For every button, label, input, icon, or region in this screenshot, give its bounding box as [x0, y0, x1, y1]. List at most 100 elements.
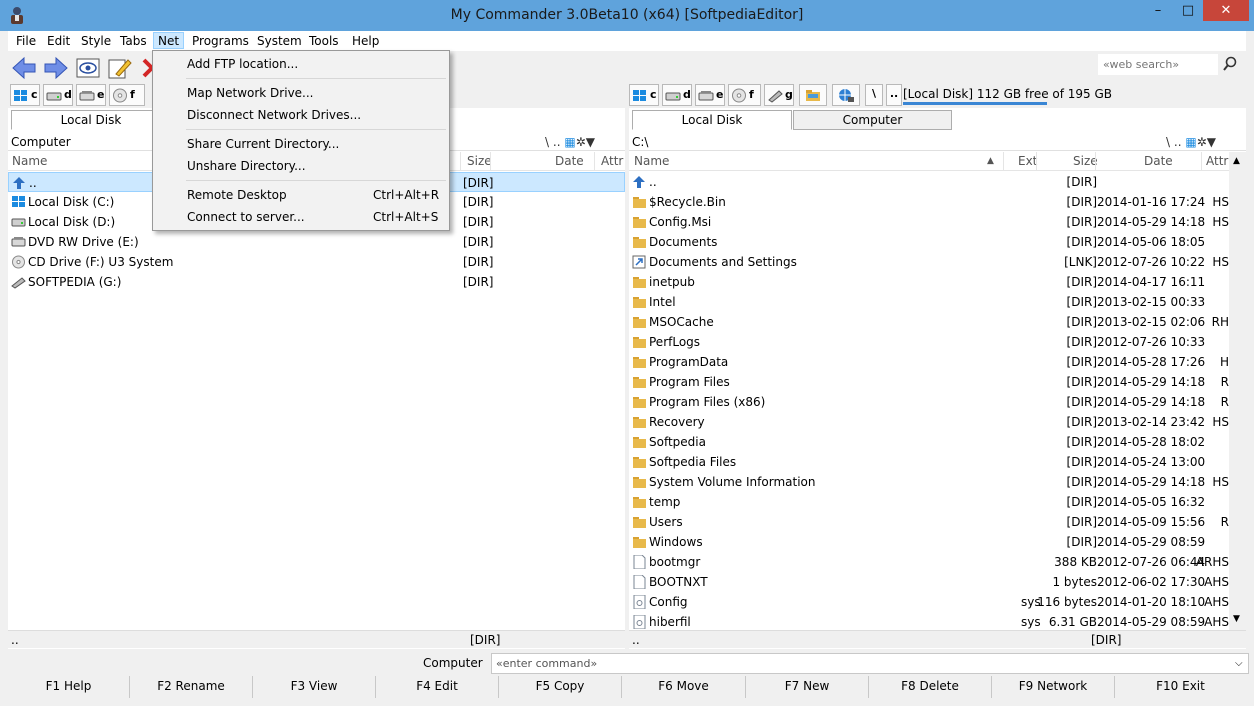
table-row[interactable]: Softpedia [DIR] 2014-05-28 18:02 — [629, 432, 1229, 452]
view-eye-icon[interactable] — [74, 54, 102, 82]
table-row[interactable]: MSOCache [DIR] 2013-02-15 02:06 RH — [629, 312, 1229, 332]
root-icon[interactable]: \ — [545, 135, 549, 149]
col-separator[interactable] — [1095, 152, 1096, 171]
col-separator[interactable] — [1201, 152, 1202, 171]
f9-network-button[interactable]: F9 Network — [992, 676, 1115, 698]
col-separator[interactable] — [490, 152, 491, 171]
menu-style[interactable]: Style — [77, 33, 115, 50]
f10-exit-button[interactable]: F10 Exit — [1115, 676, 1246, 698]
left-tab-local-disk[interactable]: Local Disk — [11, 110, 171, 130]
col-date[interactable]: Date — [1144, 154, 1173, 168]
folder-button[interactable] — [799, 84, 827, 106]
menu-item-add-ftp[interactable]: Add FTP location... — [154, 54, 448, 74]
menu-edit[interactable]: Edit — [43, 33, 74, 50]
table-row[interactable]: $Recycle.Bin [DIR] 2014-01-16 17:24 HS — [629, 192, 1229, 212]
search-icon[interactable] — [1222, 56, 1238, 72]
col-attr[interactable]: Attr — [1206, 154, 1228, 168]
f5-copy-button[interactable]: F5 Copy — [499, 676, 622, 698]
command-input[interactable]: «enter command» — [491, 653, 1249, 674]
table-row[interactable]: bootmgr 388 KB 2012-07-26 06:44 ARHS — [629, 552, 1229, 572]
table-row[interactable]: Program Files (x86) [DIR] 2014-05-29 14:18… — [629, 392, 1229, 412]
windows-icon[interactable]: ▦ — [564, 135, 575, 149]
table-row[interactable]: Softpedia Files [DIR] 2014-05-24 13:00 — [629, 452, 1229, 472]
col-ext[interactable]: Ext — [1018, 154, 1037, 168]
col-separator[interactable] — [594, 152, 595, 171]
back-arrow-icon[interactable] — [10, 54, 38, 82]
table-row[interactable]: System Volume Information [DIR] 2014-05-29… — [629, 472, 1229, 492]
f3-view-button[interactable]: F3 View — [253, 676, 376, 698]
table-row[interactable]: Config sys 116 bytes 2014-01-20 18:10 AHS — [629, 592, 1229, 612]
table-row[interactable]: Windows [DIR] 2014-05-29 08:59 — [629, 532, 1229, 552]
table-row[interactable]: hiberfil sys 6.31 GB 2014-05-29 08:59 AHS — [629, 612, 1229, 630]
table-row[interactable]: inetpub [DIR] 2014-04-17 16:11 — [629, 272, 1229, 292]
up-icon[interactable]: .. — [1174, 135, 1182, 149]
root-icon[interactable]: \ — [1166, 135, 1170, 149]
scroll-up-arrow-icon[interactable]: ▲ — [1233, 156, 1240, 166]
menu-tools[interactable]: Tools — [305, 33, 343, 50]
table-row[interactable]: .. [DIR] — [629, 172, 1229, 192]
f7-new-button[interactable]: F7 New — [746, 676, 869, 698]
table-row[interactable]: temp [DIR] 2014-05-05 16:32 — [629, 492, 1229, 512]
left-drive-d-button[interactable]: d — [43, 84, 73, 106]
menu-item-connect-to-server[interactable]: Connect to server... Ctrl+Alt+S — [154, 207, 448, 227]
col-name[interactable]: Name — [634, 154, 669, 168]
menu-system[interactable]: System — [253, 33, 306, 50]
menu-programs[interactable]: Programs — [188, 33, 253, 50]
menu-help[interactable]: Help — [348, 33, 383, 50]
web-search-input[interactable] — [1098, 54, 1218, 75]
table-row[interactable]: BOOTNXT 1 bytes 2012-06-02 17:30 AHS — [629, 572, 1229, 592]
left-drive-e-button[interactable]: e — [76, 84, 106, 106]
right-path-tools[interactable]: \ .. ▦✲▼ — [1166, 133, 1216, 151]
left-path-tools[interactable]: \ .. ▦✲▼ — [545, 133, 595, 151]
right-drive-f-button[interactable]: f — [728, 84, 761, 106]
chevron-down-icon[interactable]: ▼ — [586, 135, 595, 149]
table-row[interactable]: PerfLogs [DIR] 2012-07-26 10:33 — [629, 332, 1229, 352]
col-separator[interactable] — [1036, 152, 1037, 171]
table-row[interactable]: Documents and Settings [LNK] 2012-07-26 10… — [629, 252, 1229, 272]
col-attr[interactable]: Attr — [601, 154, 623, 168]
chevron-down-icon[interactable]: ⌵ — [1235, 658, 1243, 669]
menu-item-share-directory[interactable]: Share Current Directory... — [154, 134, 448, 154]
table-row[interactable]: Intel [DIR] 2013-02-15 00:33 — [629, 292, 1229, 312]
left-drive-c-button[interactable]: c — [10, 84, 40, 106]
col-separator[interactable] — [460, 152, 461, 171]
table-row[interactable]: Recovery [DIR] 2013-02-14 23:42 HS — [629, 412, 1229, 432]
table-row[interactable]: Users [DIR] 2014-05-09 15:56 R — [629, 512, 1229, 532]
parent-button[interactable]: .. — [886, 84, 902, 106]
gear-icon[interactable]: ✲ — [576, 135, 586, 149]
chevron-down-icon[interactable]: ▼ — [1207, 135, 1216, 149]
right-tab-local-disk[interactable]: Local Disk — [632, 110, 792, 130]
f8-delete-button[interactable]: F8 Delete — [869, 676, 992, 698]
f6-move-button[interactable]: F6 Move — [622, 676, 746, 698]
col-date[interactable]: Date — [555, 154, 584, 168]
network-button[interactable] — [832, 84, 860, 106]
menu-file[interactable]: File — [12, 33, 40, 50]
table-row[interactable]: Config.Msi [DIR] 2014-05-29 14:18 HS — [629, 212, 1229, 232]
up-icon[interactable]: .. — [553, 135, 561, 149]
left-drive-f-button[interactable]: f — [109, 84, 145, 106]
col-size[interactable]: Size — [467, 154, 492, 168]
minimize-button[interactable]: – — [1143, 0, 1173, 21]
f2-rename-button[interactable]: F2 Rename — [130, 676, 253, 698]
f4-edit-button[interactable]: F4 Edit — [376, 676, 499, 698]
list-item[interactable]: DVD RW Drive (E:) [DIR] — [8, 232, 625, 252]
menu-item-remote-desktop[interactable]: Remote Desktop Ctrl+Alt+R — [154, 185, 448, 205]
f1-help-button[interactable]: F1 Help — [8, 676, 130, 698]
scroll-down-arrow-icon[interactable]: ▼ — [1233, 614, 1240, 624]
col-size[interactable]: Size — [1073, 154, 1098, 168]
maximize-button[interactable]: □ — [1173, 0, 1203, 21]
right-drive-d-button[interactable]: d — [662, 84, 692, 106]
close-button[interactable]: ✕ — [1203, 0, 1249, 21]
menu-net[interactable]: Net — [153, 32, 185, 49]
list-item[interactable]: CD Drive (F:) U3 System [DIR] — [8, 252, 625, 272]
right-drive-g-button[interactable]: g — [764, 84, 794, 106]
menu-item-unshare-directory[interactable]: Unshare Directory... — [154, 156, 448, 176]
table-row[interactable]: Documents [DIR] 2014-05-06 18:05 — [629, 232, 1229, 252]
right-path-bar[interactable]: C:\ — [629, 133, 1246, 151]
right-drive-c-button[interactable]: c — [629, 84, 659, 106]
right-drive-e-button[interactable]: e — [695, 84, 725, 106]
windows-icon[interactable]: ▦ — [1185, 135, 1196, 149]
table-row[interactable]: ProgramData [DIR] 2014-05-28 17:26 H — [629, 352, 1229, 372]
list-item[interactable]: SOFTPEDIA (G:) [DIR] — [8, 272, 625, 292]
table-row[interactable]: Program Files [DIR] 2014-05-29 14:18 R — [629, 372, 1229, 392]
